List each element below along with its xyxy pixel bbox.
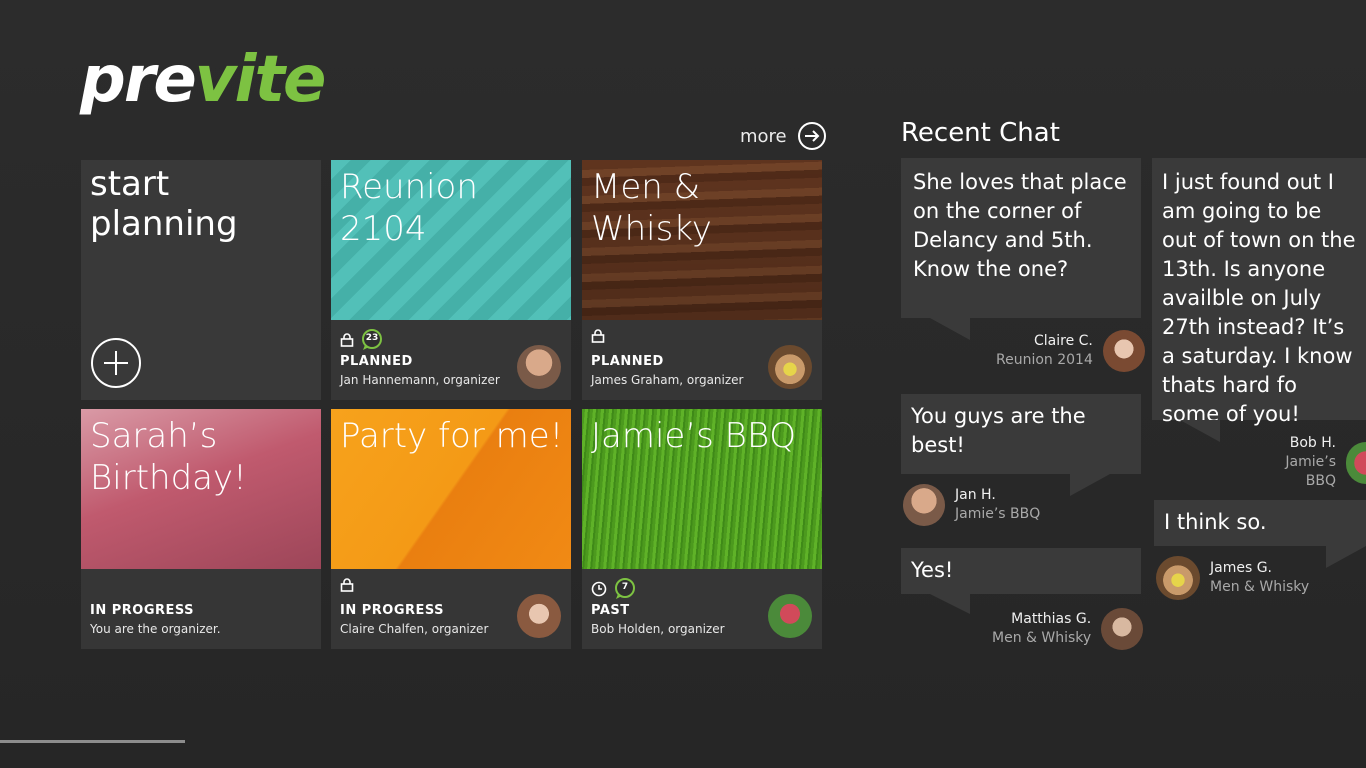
event-organizer: You are the organizer.	[90, 622, 221, 636]
more-button[interactable]: more	[740, 121, 827, 151]
avatar	[517, 345, 561, 389]
avatar	[517, 594, 561, 638]
event-tile-sarah-birthday[interactable]: Sarah’s Birthday! IN PROGRESS You are th…	[81, 409, 321, 649]
chat-author: James G. Men & Whisky	[1156, 556, 1309, 600]
avatar	[1101, 608, 1144, 650]
event-info: IN PROGRESS Claire Chalfen, organizer	[331, 569, 571, 649]
event-status: IN PROGRESS	[340, 603, 445, 618]
chat-author: Bob H. Jamie’s BBQ	[1254, 434, 1366, 491]
bubble-tail	[1070, 474, 1110, 496]
avatar	[768, 345, 812, 389]
bubble-tail	[1180, 420, 1220, 442]
chat-bubble[interactable]: You guys are the best!	[901, 394, 1141, 474]
lock-icon	[591, 329, 605, 343]
event-organizer: Claire Chalfen, organizer	[340, 622, 489, 636]
event-tile-men-whisky[interactable]: Men & Whisky PLANNED James Graham, organ…	[582, 160, 822, 400]
chat-bubble[interactable]: I think so.	[1154, 500, 1366, 546]
lock-icon	[340, 578, 354, 592]
bubble-tail	[930, 318, 970, 340]
app-logo: previte	[80, 43, 326, 117]
event-organizer: James Graham, organizer	[591, 373, 744, 387]
event-status: PAST	[591, 603, 630, 618]
chat-bubble[interactable]: She loves that place on the corner of De…	[901, 158, 1141, 318]
event-title: Reunion 2104	[340, 167, 478, 249]
event-tile-party[interactable]: Party for me! IN PROGRESS Claire Chalfen…	[331, 409, 571, 649]
event-title: Men & Whisky	[591, 167, 712, 249]
event-info: IN PROGRESS You are the organizer.	[81, 569, 321, 649]
add-icon[interactable]	[90, 337, 142, 389]
chat-bubble[interactable]: Yes!	[901, 548, 1141, 594]
avatar	[1102, 330, 1145, 372]
recent-chat-heading: Recent Chat	[901, 118, 1060, 148]
horizontal-scrollbar[interactable]	[0, 740, 185, 743]
event-tile-reunion[interactable]: Reunion 2104 23 PLANNED Jan Hannemann, o…	[331, 160, 571, 400]
start-planning-title: start planning	[90, 164, 238, 244]
chat-author: Claire C. Reunion 2014	[996, 330, 1145, 372]
clock-icon	[591, 581, 607, 597]
chat-author: Matthias G. Men & Whisky	[992, 608, 1144, 650]
bubble-tail	[1326, 546, 1366, 568]
chat-bubble[interactable]: I just found out I am going to be out of…	[1152, 158, 1366, 426]
chat-badge-icon: 23	[360, 329, 384, 351]
lock-icon	[340, 333, 354, 347]
event-title: Sarah’s Birthday!	[90, 416, 247, 498]
event-title: Party for me!	[340, 416, 564, 456]
event-status: PLANNED	[591, 354, 664, 369]
start-planning-tile[interactable]: start planning	[81, 160, 321, 400]
event-organizer: Bob Holden, organizer	[591, 622, 725, 636]
event-info: 7 PAST Bob Holden, organizer	[582, 569, 822, 649]
event-status: IN PROGRESS	[90, 603, 195, 618]
avatar	[768, 594, 812, 638]
avatar	[1156, 556, 1200, 600]
bubble-tail	[930, 594, 970, 614]
arrow-right-circle-icon	[797, 122, 826, 150]
event-organizer: Jan Hannemann, organizer	[340, 373, 500, 387]
event-title: Jamie’s BBQ	[591, 416, 796, 456]
chat-author: Jan H. Jamie’s BBQ	[903, 484, 1040, 526]
event-info: PLANNED James Graham, organizer	[582, 320, 822, 400]
event-tile-jamie-bbq[interactable]: Jamie’s BBQ 7 PAST Bob Holden, organizer	[582, 409, 822, 649]
event-info: 23 PLANNED Jan Hannemann, organizer	[331, 320, 571, 400]
avatar	[1346, 441, 1366, 484]
more-label: more	[740, 125, 787, 147]
event-status: PLANNED	[340, 354, 413, 369]
chat-badge-icon: 7	[613, 578, 637, 600]
avatar	[903, 484, 945, 526]
